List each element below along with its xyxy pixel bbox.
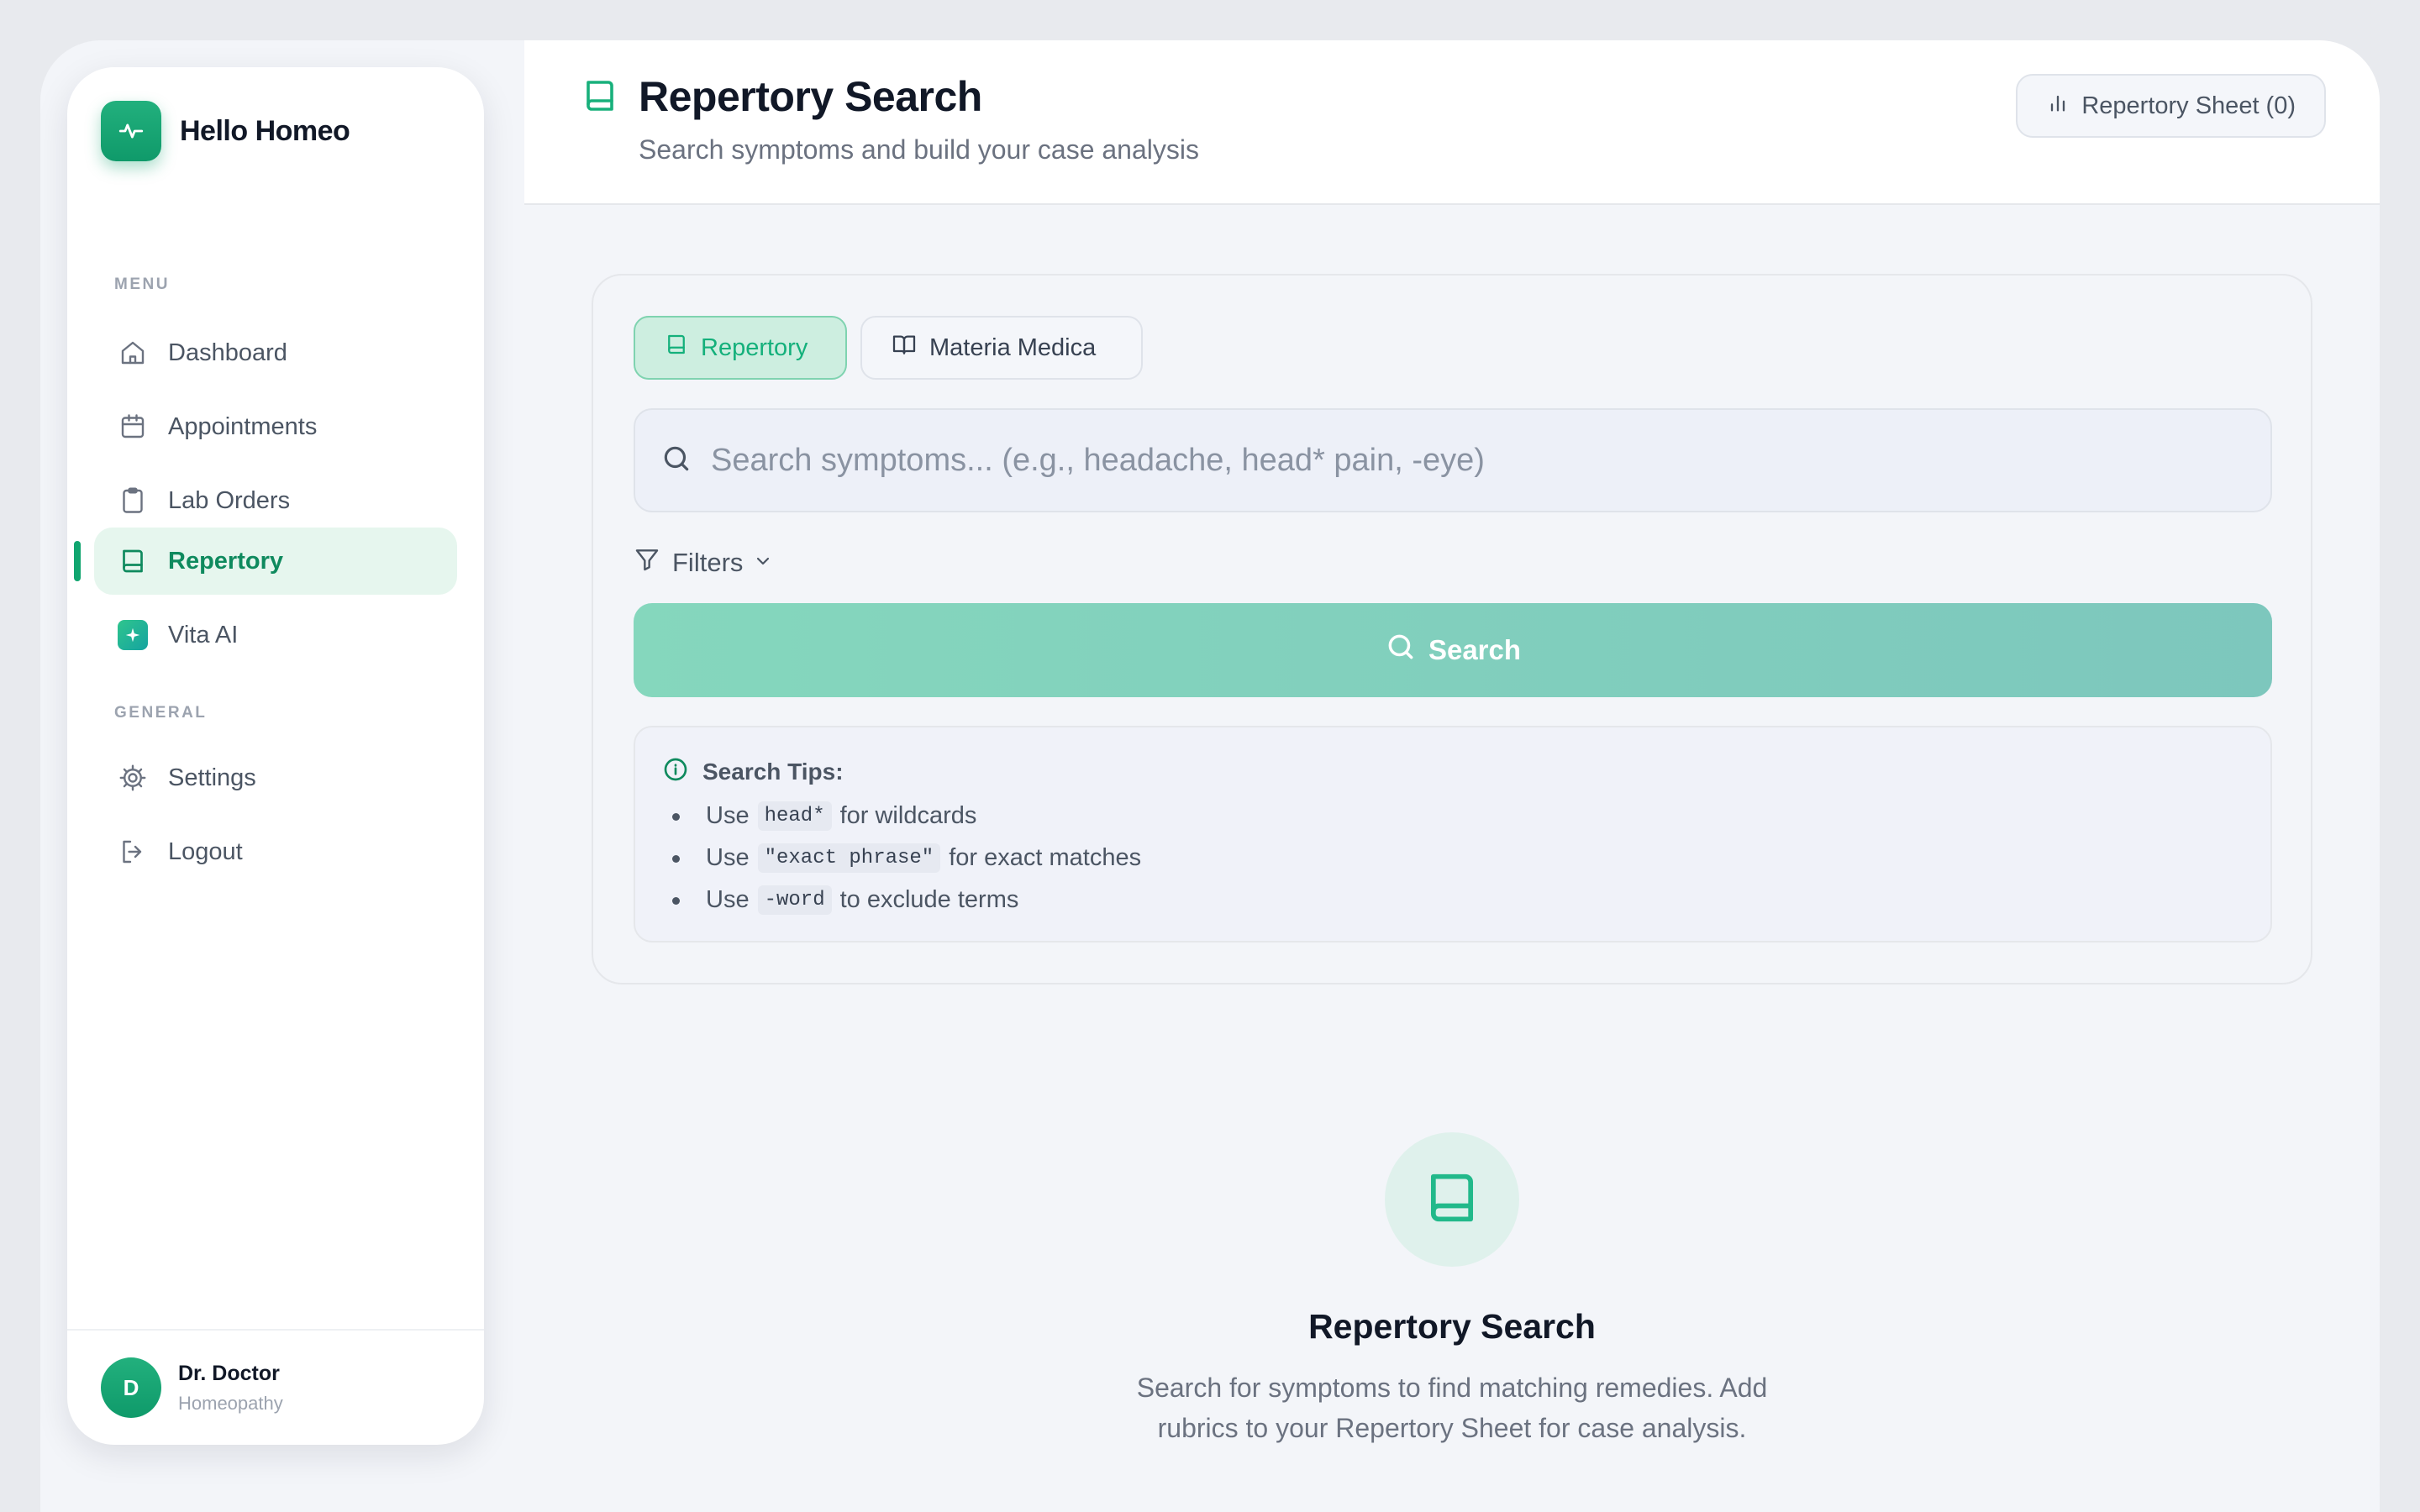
sidebar-item-dashboard[interactable]: Dashboard — [94, 319, 457, 386]
sidebar-item-vita-ai[interactable]: Vita AI — [94, 601, 457, 669]
tip-suffix: for wildcards — [839, 801, 977, 829]
sidebar-item-lab-orders[interactable]: Lab Orders — [94, 467, 457, 534]
sidebar-item-repertory[interactable]: Repertory — [94, 528, 457, 595]
info-icon — [662, 756, 689, 787]
repertory-sheet-label: Repertory Sheet (0) — [2081, 92, 2296, 119]
tip-suffix: to exclude terms — [839, 885, 1019, 913]
search-tips: Search Tips: Use head* for wildcards Use… — [634, 726, 2272, 942]
sidebar-item-logout[interactable]: Logout — [94, 818, 457, 885]
book-icon — [664, 332, 689, 364]
search-icon — [660, 443, 692, 479]
tab-label: Repertory — [701, 333, 808, 361]
sidebar-item-label: Appointments — [168, 412, 318, 440]
page-subtitle: Search symptoms and build your case anal… — [639, 134, 1199, 165]
page-header: Repertory Search Search symptoms and bui… — [524, 40, 2380, 205]
tab-materia-medica[interactable]: Materia Medica — [860, 316, 1143, 380]
user-meta: Dr. Doctor Homeopathy — [178, 1362, 283, 1415]
empty-state-icon — [1385, 1132, 1519, 1267]
list-item: Use head* for wildcards — [671, 795, 1141, 837]
tip-code: "exact phrase" — [757, 843, 941, 873]
vita-ai-badge — [116, 618, 150, 652]
empty-state-title: Repertory Search — [1308, 1307, 1596, 1346]
book-icon — [116, 544, 150, 578]
tip-code: head* — [757, 801, 832, 831]
sidebar-item-label: Logout — [168, 837, 243, 865]
filters-label: Filters — [672, 548, 744, 577]
tip-prefix: Use — [706, 885, 750, 913]
tab-repertory[interactable]: Repertory — [634, 316, 847, 380]
tips-title: Search Tips: — [702, 758, 844, 785]
search-field[interactable] — [634, 408, 2272, 512]
sidebar-item-label: Dashboard — [168, 339, 287, 366]
logout-icon — [116, 835, 150, 869]
sidebar-item-appointments[interactable]: Appointments — [94, 393, 457, 460]
calendar-icon — [116, 410, 150, 444]
search-input[interactable] — [711, 410, 2270, 511]
tip-prefix: Use — [706, 843, 750, 871]
gear-icon — [116, 761, 150, 795]
filter-icon — [634, 546, 660, 580]
brand[interactable]: Hello Homeo — [101, 101, 350, 161]
sidebar-item-label: Lab Orders — [168, 486, 291, 514]
sidebar-item-label: Repertory — [168, 547, 283, 575]
general-section-label: GENERAL — [114, 704, 208, 722]
book-icon — [580, 76, 620, 120]
filters-toggle[interactable]: Filters — [634, 544, 773, 581]
book-icon — [1420, 1166, 1484, 1234]
search-button-label: Search — [1428, 634, 1522, 665]
user-role: Homeopathy — [178, 1392, 283, 1414]
chevron-down-icon — [753, 548, 773, 578]
tab-label: Materia Medica — [929, 333, 1097, 361]
activity-icon — [101, 101, 161, 161]
clipboard-icon — [116, 484, 150, 517]
empty-state-description: Search for symptoms to find matching rem… — [1136, 1373, 1768, 1443]
sidebar-item-label: Vita AI — [168, 621, 239, 648]
home-icon — [116, 336, 150, 370]
page-title: Repertory Search — [639, 73, 982, 120]
sidebar: Hello Homeo MENU Dashboard Appointments … — [67, 67, 484, 1445]
search-card: Repertory Materia Medica Filters — [592, 274, 2312, 984]
user-name: Dr. Doctor — [178, 1361, 280, 1385]
tips-list: Use head* for wildcards Use "exact phras… — [671, 795, 1142, 921]
tip-code: -word — [757, 885, 832, 915]
menu-section-label: MENU — [114, 276, 170, 293]
list-item: Use -word to exclude terms — [671, 879, 1141, 921]
search-button[interactable]: Search — [634, 603, 2272, 697]
bar-chart-icon — [2046, 91, 2070, 121]
sidebar-item-label: Settings — [168, 764, 256, 791]
app-window: Hello Homeo MENU Dashboard Appointments … — [40, 40, 2380, 1512]
search-icon — [1385, 631, 1417, 669]
user-profile[interactable]: D Dr. Doctor Homeopathy — [67, 1329, 484, 1445]
open-book-icon — [891, 331, 918, 365]
tips-header: Search Tips: — [662, 756, 844, 787]
list-item: Use "exact phrase" for exact matches — [671, 837, 1142, 879]
tip-prefix: Use — [706, 801, 750, 829]
brand-name: Hello Homeo — [180, 114, 350, 147]
tip-suffix: for exact matches — [949, 843, 1142, 871]
avatar: D — [101, 1357, 161, 1418]
repertory-sheet-button[interactable]: Repertory Sheet (0) — [2016, 74, 2326, 138]
active-indicator — [74, 541, 81, 581]
sparkle-icon — [118, 620, 148, 650]
sidebar-item-settings[interactable]: Settings — [94, 744, 457, 811]
